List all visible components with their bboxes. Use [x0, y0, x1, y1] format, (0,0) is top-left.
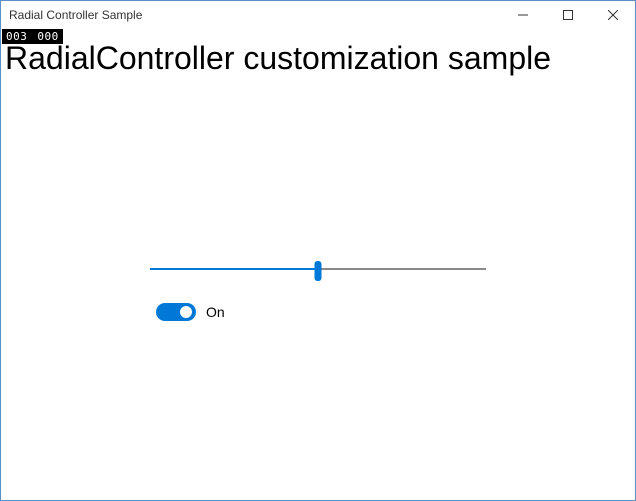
minimize-icon — [518, 10, 528, 20]
close-button[interactable] — [590, 1, 635, 29]
window-controls — [500, 1, 635, 29]
maximize-button[interactable] — [545, 1, 590, 29]
slider-fill — [150, 268, 318, 270]
maximize-icon — [563, 10, 573, 20]
toggle-knob-icon — [180, 306, 192, 318]
toggle-row: On — [150, 303, 486, 321]
app-window: Radial Controller Sample 003 000 RadialC… — [0, 0, 636, 501]
window-title: Radial Controller Sample — [9, 8, 142, 22]
content-area: On — [1, 257, 635, 321]
minimize-button[interactable] — [500, 1, 545, 29]
toggle-switch[interactable] — [156, 303, 196, 321]
value-slider[interactable] — [150, 257, 486, 281]
titlebar: Radial Controller Sample — [1, 1, 635, 29]
page-title: RadialController customization sample — [5, 41, 551, 76]
toggle-label: On — [206, 304, 225, 320]
close-icon — [608, 10, 618, 20]
slider-thumb[interactable] — [315, 261, 322, 281]
